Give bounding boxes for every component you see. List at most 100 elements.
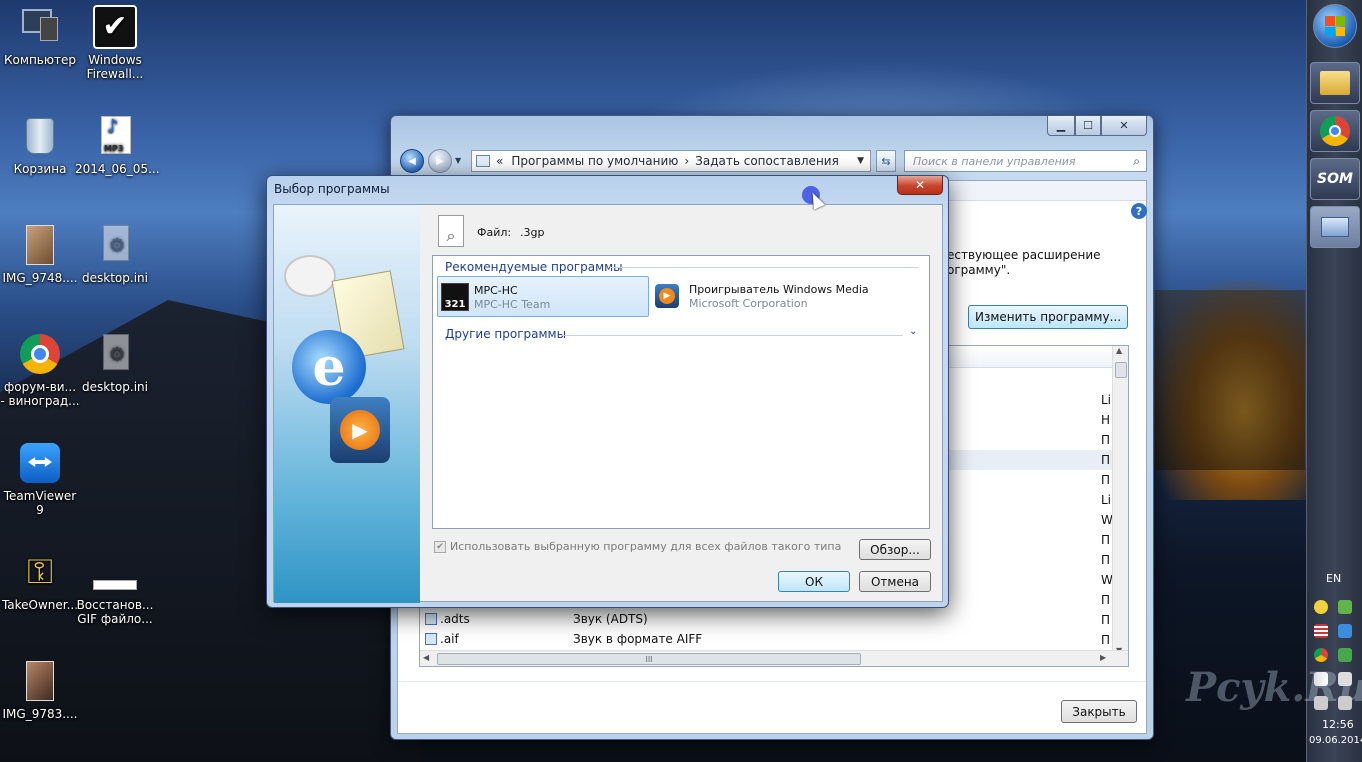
- castle-silhouette: [1155, 290, 1305, 470]
- cancel-button[interactable]: Отмена: [859, 571, 931, 592]
- close-dialog-button[interactable]: Закрыть: [1061, 700, 1137, 723]
- maximize-icon: ☐: [1083, 119, 1093, 132]
- history-dropdown[interactable]: ▼: [455, 156, 465, 166]
- desktop-icon-label: desktop.ini: [82, 380, 148, 394]
- back-button[interactable]: ◀: [400, 149, 424, 173]
- mp3-file-icon: MP3 ♪: [93, 114, 137, 158]
- image-file-icon: [18, 659, 62, 703]
- clock-date[interactable]: 09.06.2014: [1309, 735, 1362, 746]
- change-program-label: Изменить программу...: [974, 310, 1122, 324]
- file-label: Файл:: [477, 226, 512, 239]
- windows-orb-icon: [1325, 16, 1345, 36]
- breadcrumb-separator: ›: [684, 154, 690, 168]
- desktop-icon-label: IMG_9748....: [2, 271, 78, 285]
- close-icon: ✕: [914, 178, 926, 192]
- recommended-section-label: Рекомендуемые программы: [445, 260, 623, 274]
- program-item-mpc-hc[interactable]: 321 MPC-HC MPC-HC Team: [437, 276, 649, 317]
- ok-button[interactable]: ОК: [778, 571, 850, 592]
- taskbar-som-button[interactable]: SOM: [1310, 158, 1360, 200]
- close-button-label: Закрыть: [1072, 704, 1126, 719]
- sync-icon[interactable]: [1338, 648, 1352, 662]
- help-icon[interactable]: ?: [1131, 203, 1147, 219]
- clock-time[interactable]: 12:56: [1322, 718, 1354, 731]
- refresh-button[interactable]: ⇆: [876, 150, 896, 172]
- taskbar-explorer-button[interactable]: [1310, 62, 1360, 104]
- windows-media-player-icon: ▶: [655, 284, 679, 308]
- breadcrumb-prefix: «: [496, 154, 504, 168]
- mpc-hc-icon: 321: [441, 283, 469, 311]
- paint-palette-icon: [284, 255, 336, 297]
- settings-file-icon: ⚙: [93, 223, 137, 267]
- program-list: Рекомендуемые программы 321 MPC-HC MPC-H…: [432, 255, 930, 529]
- start-button[interactable]: [1313, 4, 1357, 48]
- desktop-icon-label: Корзина: [13, 162, 67, 176]
- close-button[interactable]: ✕: [1101, 116, 1147, 136]
- desktop-icon-img-9748[interactable]: IMG_9748....: [0, 223, 80, 285]
- browse-button-label: Обзор...: [870, 542, 920, 557]
- other-programs-toggle[interactable]: Другие программы: [445, 327, 566, 341]
- desktop-icon-mp3-file[interactable]: MP3 ♪ 2014_06_05...: [75, 114, 160, 176]
- desktop-icon-label: TakeOwner...: [1, 598, 79, 612]
- control-panel-icon: [476, 155, 490, 167]
- dialog-close-button[interactable]: ✕: [897, 176, 943, 195]
- vertical-taskbar: SOM: [1306, 0, 1362, 762]
- ok-button-label: ОК: [805, 574, 823, 589]
- desktop-icon-label: 2014_06_05...: [75, 162, 160, 176]
- desktop-icon-windows-firewall[interactable]: ✔ Windows Firewall...: [75, 5, 155, 81]
- desktop-icon-recycle-bin[interactable]: Корзина: [0, 114, 80, 176]
- arrow-left-icon: ◀: [408, 155, 416, 167]
- change-program-button[interactable]: Изменить программу...: [968, 305, 1128, 329]
- info-text-line2: ограмму".: [947, 263, 1011, 277]
- chevron-down-icon[interactable]: ⌄: [909, 326, 917, 337]
- smiley-icon[interactable]: [1314, 600, 1328, 614]
- programs-banner-image: e ▶: [274, 205, 420, 603]
- tray-app-icon[interactable]: [1338, 600, 1352, 614]
- desktop-icon-img-9783[interactable]: IMG_9783....: [0, 659, 80, 721]
- address-dropdown-icon[interactable]: ▼: [857, 156, 864, 166]
- desktop-icon-takeowner[interactable]: ⚿ TakeOwner...: [0, 550, 80, 612]
- footer-separator: [398, 681, 1146, 682]
- file-search-icon: ⌕: [438, 215, 464, 247]
- desktop-icon-label: desktop.ini: [82, 271, 148, 285]
- flag-icon[interactable]: [1338, 672, 1352, 686]
- tray-flag-icon[interactable]: [1338, 696, 1352, 710]
- desktop-icon-label: форум-ви... - виноград...: [0, 380, 80, 408]
- desktop-icon-computer[interactable]: Компьютер: [0, 5, 80, 67]
- forward-button[interactable]: ▶: [428, 149, 452, 173]
- internet-explorer-icon: e: [292, 330, 366, 404]
- program-name: MPC-HC: [474, 284, 518, 297]
- chrome-tray-icon[interactable]: [1314, 648, 1328, 662]
- dialog-title: Выбор программы: [274, 182, 390, 196]
- minimize-button[interactable]: ▁: [1047, 116, 1075, 136]
- dropbox-icon[interactable]: [1338, 624, 1352, 638]
- always-use-checkbox[interactable]: ✔ Использовать выбранную программу для в…: [434, 540, 841, 553]
- program-item-windows-media-player[interactable]: ▶ Проигрыватель Windows Media Microsoft …: [653, 276, 923, 317]
- desktop-icon-desktop-ini[interactable]: ⚙ desktop.ini: [75, 223, 155, 285]
- checkmark-icon: ✔: [93, 5, 137, 49]
- image-file-icon: [18, 223, 62, 267]
- media-player-icon: ▶: [330, 397, 390, 463]
- search-placeholder: Поиск в панели управления: [913, 154, 1076, 168]
- network-signal-icon[interactable]: [1314, 672, 1328, 686]
- taskbar-network-button[interactable]: [1310, 206, 1360, 248]
- mp3-badge: MP3: [104, 144, 124, 153]
- search-input[interactable]: Поиск в панели управления ⌕: [904, 150, 1147, 172]
- som-label: SOM: [1317, 171, 1353, 187]
- taskbar-chrome-button[interactable]: [1310, 110, 1360, 152]
- desktop-icon-gif-restore[interactable]: Восстанов... GIF файло...: [75, 550, 155, 626]
- desktop-icon-forum-shortcut[interactable]: форум-ви... - виноград...: [0, 332, 80, 408]
- browse-button[interactable]: Обзор...: [859, 539, 931, 560]
- us-flag-icon[interactable]: [1314, 624, 1328, 638]
- breadcrumb-set-associations[interactable]: Задать сопоставления: [695, 154, 839, 168]
- desktop-icon-desktop-ini-2[interactable]: ⚙ desktop.ini: [75, 332, 155, 394]
- desktop-icon-teamviewer[interactable]: TeamViewer 9: [0, 441, 80, 517]
- volume-icon[interactable]: [1314, 696, 1328, 710]
- language-indicator[interactable]: EN: [1326, 572, 1341, 585]
- arrow-right-icon: ▶: [436, 155, 444, 167]
- checkbox-box[interactable]: ✔: [434, 540, 446, 553]
- search-icon: ⌕: [1133, 154, 1140, 168]
- address-bar[interactable]: « Программы по умолчанию › Задать сопост…: [471, 150, 871, 172]
- maximize-button[interactable]: ☐: [1075, 116, 1101, 136]
- breadcrumb-default-programs[interactable]: Программы по умолчанию: [511, 154, 678, 168]
- section-divider: [611, 267, 919, 268]
